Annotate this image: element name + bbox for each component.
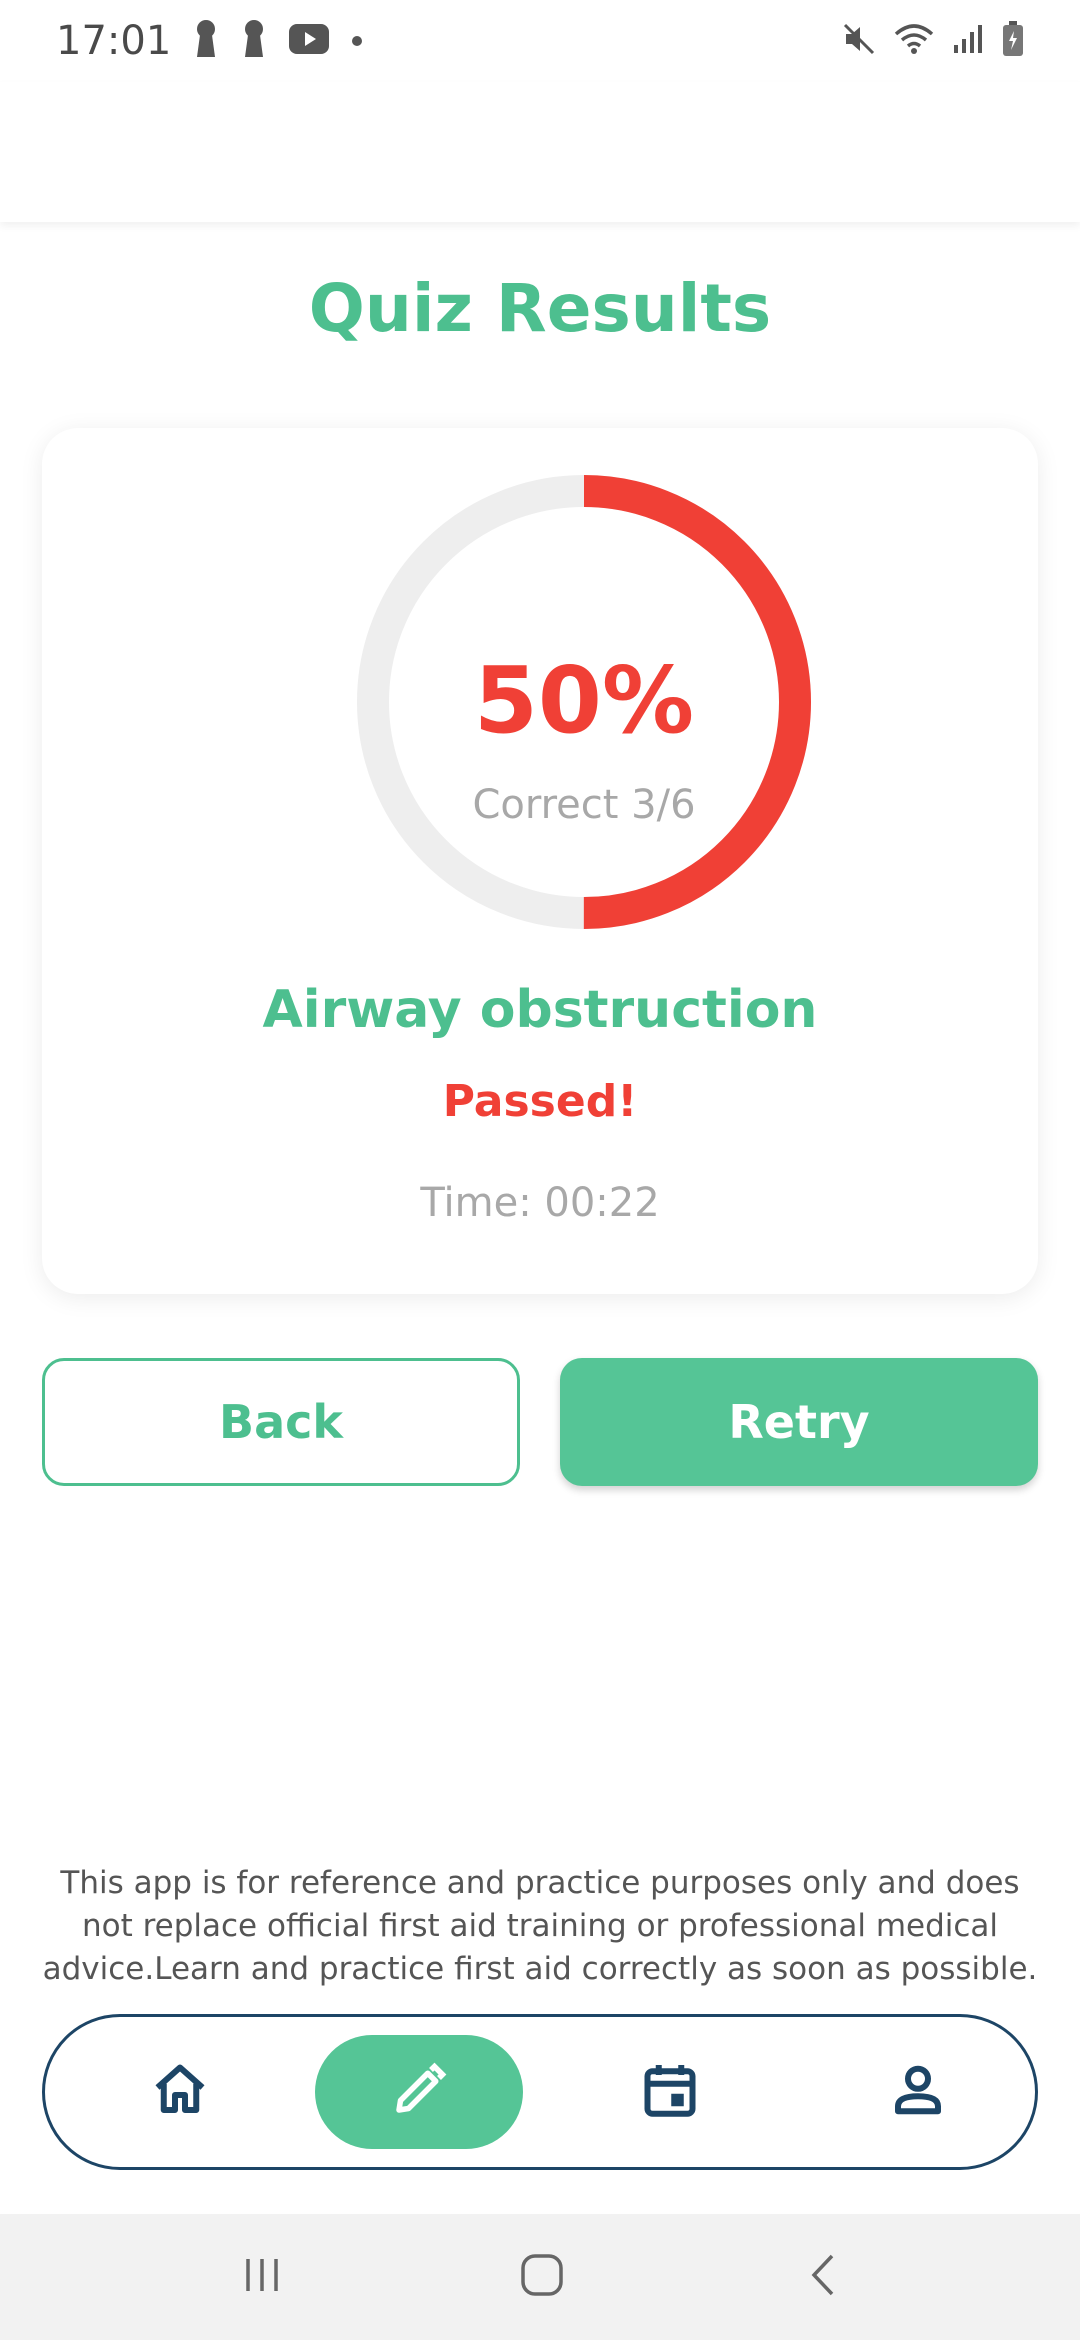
wifi-icon	[894, 22, 934, 60]
score-percent: 50%	[473, 647, 695, 754]
mute-icon	[842, 22, 876, 60]
keyhole-icon	[193, 19, 219, 63]
recent-apps-icon	[240, 2253, 284, 2301]
battery-icon	[1002, 21, 1024, 61]
elapsed-time: Time: 00:22	[420, 1180, 660, 1226]
home-system-button[interactable]	[502, 2244, 582, 2310]
system-nav-bar	[0, 2214, 1080, 2340]
correct-count: Correct 3/6	[472, 782, 696, 828]
home-icon	[150, 2060, 210, 2124]
status-time: 17:01	[56, 18, 172, 64]
pass-status: Passed!	[442, 1076, 638, 1127]
person-icon	[888, 2060, 948, 2124]
score-ring: 50% Correct 3/6	[354, 472, 814, 932]
page-title: Quiz Results	[308, 270, 772, 347]
home-square-icon	[519, 2252, 565, 2302]
recent-apps-button[interactable]	[222, 2244, 302, 2310]
status-bar: 17:01	[0, 0, 1080, 82]
keyhole-icon	[241, 19, 267, 63]
chevron-left-icon	[804, 2252, 844, 2302]
result-card: 50% Correct 3/6 Airway obstruction Passe…	[42, 428, 1038, 1294]
disclaimer-text: This app is for reference and practice p…	[42, 1865, 1038, 1987]
nav-home[interactable]	[115, 2035, 245, 2149]
pencil-icon	[389, 2060, 449, 2124]
dot-icon	[351, 32, 363, 51]
nav-profile[interactable]	[853, 2035, 983, 2149]
back-system-button[interactable]	[784, 2244, 864, 2310]
signal-icon	[952, 23, 984, 59]
nav-quiz[interactable]	[315, 2035, 523, 2149]
back-button[interactable]: Back	[42, 1358, 520, 1486]
bottom-nav	[42, 2014, 1038, 2170]
app-header	[0, 82, 1080, 222]
nav-calendar[interactable]	[605, 2035, 735, 2149]
youtube-icon	[289, 24, 330, 58]
quiz-topic: Airway obstruction	[262, 980, 818, 1040]
retry-button[interactable]: Retry	[560, 1358, 1038, 1486]
calendar-icon	[640, 2060, 700, 2124]
